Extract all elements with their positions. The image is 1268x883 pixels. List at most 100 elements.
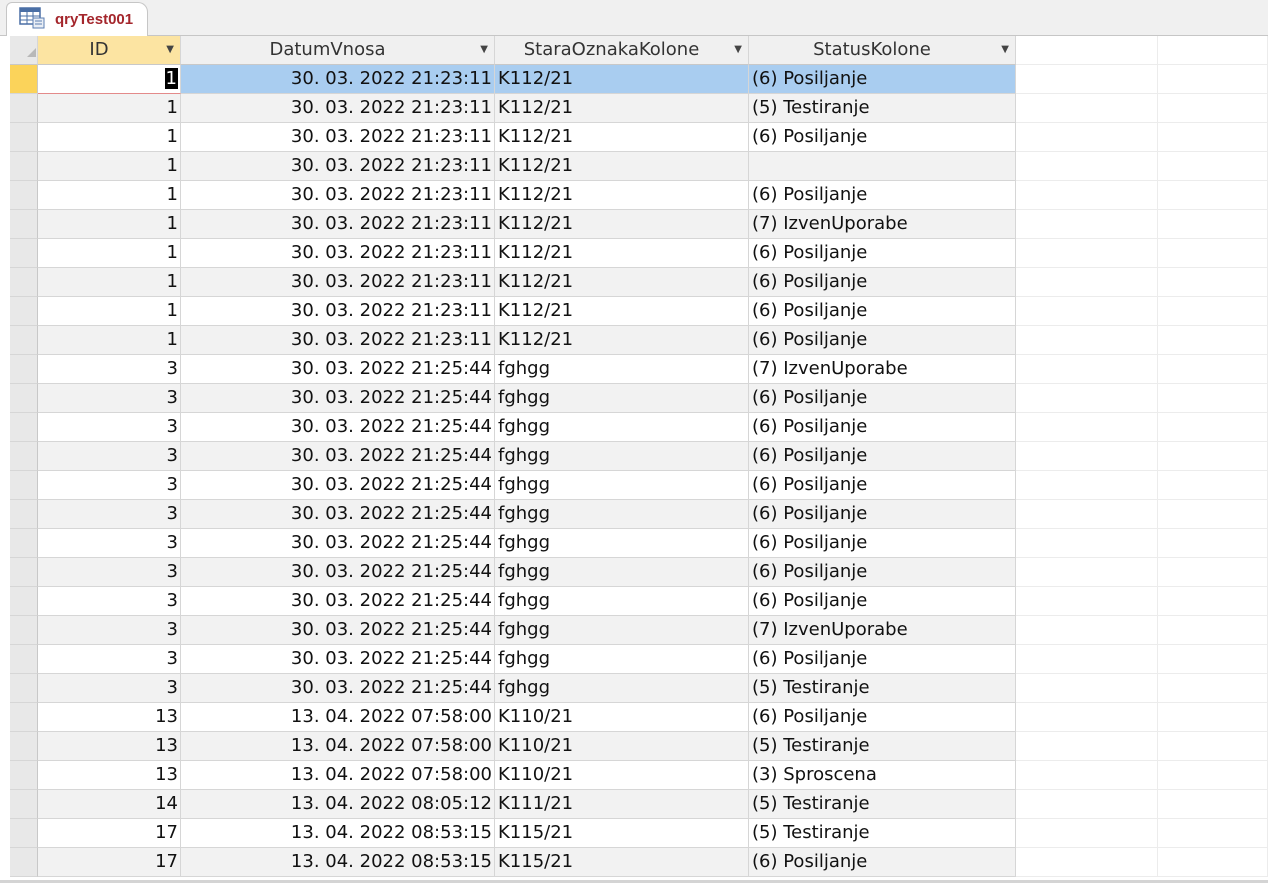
cell-datumvnosa[interactable]: 30. 03. 2022 21:23:11 xyxy=(181,65,495,94)
cell-staraoznakakolone[interactable]: K112/21 xyxy=(495,181,749,210)
cell-statuskolone[interactable]: (6) Posiljanje xyxy=(749,384,1016,413)
record-selector[interactable] xyxy=(10,65,38,94)
table-row[interactable]: 3 30. 03. 2022 21:25:44 fghgg (7) IzvenUpor… xyxy=(10,616,1268,645)
cell-staraoznakakolone[interactable]: fghgg xyxy=(495,355,749,384)
record-selector[interactable] xyxy=(10,181,38,210)
cell-datumvnosa[interactable]: 30. 03. 2022 21:25:44 xyxy=(181,529,495,558)
record-selector[interactable] xyxy=(10,558,38,587)
cell-datumvnosa[interactable]: 30. 03. 2022 21:25:44 xyxy=(181,645,495,674)
cell-id[interactable]: 3 xyxy=(38,355,181,384)
cell-statuskolone[interactable]: (6) Posiljanje xyxy=(749,471,1016,500)
cell-id[interactable]: 3 xyxy=(38,442,181,471)
table-row[interactable]: 3 30. 03. 2022 21:25:44 fghgg (6) Posiljanj… xyxy=(10,471,1268,500)
cell-datumvnosa[interactable]: 13. 04. 2022 08:05:12 xyxy=(181,790,495,819)
table-row[interactable]: 1 30. 03. 2022 21:23:11 K112/21 (5) Testira… xyxy=(10,94,1268,123)
cell-datumvnosa[interactable]: 30. 03. 2022 21:25:44 xyxy=(181,500,495,529)
cell-id[interactable]: 3 xyxy=(38,471,181,500)
cell-staraoznakakolone[interactable]: K110/21 xyxy=(495,703,749,732)
cell-statuskolone[interactable]: (6) Posiljanje xyxy=(749,587,1016,616)
record-selector[interactable] xyxy=(10,616,38,645)
record-selector[interactable] xyxy=(10,703,38,732)
cell-statuskolone[interactable]: (6) Posiljanje xyxy=(749,703,1016,732)
cell-id[interactable]: 1 xyxy=(38,297,181,326)
record-selector[interactable] xyxy=(10,297,38,326)
cell-statuskolone[interactable]: (3) Sproscena xyxy=(749,761,1016,790)
table-row[interactable]: 17 13. 04. 2022 08:53:15 K115/21 (5) Testir… xyxy=(10,819,1268,848)
cell-staraoznakakolone[interactable]: fghgg xyxy=(495,413,749,442)
cell-id[interactable]: 1 xyxy=(38,152,181,181)
table-row[interactable]: 1 30. 03. 2022 21:23:11 K112/21 xyxy=(10,152,1268,181)
filter-dropdown-icon[interactable]: ▼ xyxy=(734,44,742,55)
cell-datumvnosa[interactable]: 30. 03. 2022 21:25:44 xyxy=(181,442,495,471)
record-selector[interactable] xyxy=(10,587,38,616)
cell-datumvnosa[interactable]: 30. 03. 2022 21:23:11 xyxy=(181,239,495,268)
column-header-statuskolone[interactable]: StatusKolone ▼ xyxy=(749,36,1016,65)
cell-id[interactable]: 13 xyxy=(38,732,181,761)
cell-id[interactable]: 3 xyxy=(38,587,181,616)
filter-dropdown-icon[interactable]: ▼ xyxy=(1001,44,1009,55)
table-row[interactable]: 13 13. 04. 2022 07:58:00 K110/21 (6) Posilj… xyxy=(10,703,1268,732)
table-row[interactable]: 1 30. 03. 2022 21:23:11 K112/21 (6) Posilja… xyxy=(10,181,1268,210)
cell-id[interactable]: 1 xyxy=(38,268,181,297)
column-header-staraoznakakolone[interactable]: StaraOznakaKolone ▼ xyxy=(495,36,749,65)
table-row[interactable]: 1 30. 03. 2022 21:23:11 K112/21 (6) Posilja… xyxy=(10,326,1268,355)
cell-staraoznakakolone[interactable]: K112/21 xyxy=(495,268,749,297)
cell-staraoznakakolone[interactable]: fghgg xyxy=(495,645,749,674)
cell-staraoznakakolone[interactable]: fghgg xyxy=(495,558,749,587)
cell-id[interactable]: 3 xyxy=(38,384,181,413)
record-selector[interactable] xyxy=(10,413,38,442)
cell-datumvnosa[interactable]: 13. 04. 2022 07:58:00 xyxy=(181,703,495,732)
cell-staraoznakakolone[interactable]: fghgg xyxy=(495,674,749,703)
cell-statuskolone[interactable] xyxy=(749,152,1016,181)
record-selector[interactable] xyxy=(10,500,38,529)
cell-datumvnosa[interactable]: 13. 04. 2022 07:58:00 xyxy=(181,732,495,761)
cell-staraoznakakolone[interactable]: K115/21 xyxy=(495,848,749,877)
cell-statuskolone[interactable]: (5) Testiranje xyxy=(749,674,1016,703)
cell-statuskolone[interactable]: (7) IzvenUporabe xyxy=(749,210,1016,239)
cell-id[interactable]: 1 xyxy=(38,239,181,268)
cell-statuskolone[interactable]: (7) IzvenUporabe xyxy=(749,616,1016,645)
cell-staraoznakakolone[interactable]: K112/21 xyxy=(495,65,749,94)
record-selector[interactable] xyxy=(10,819,38,848)
cell-id[interactable]: 3 xyxy=(38,500,181,529)
record-selector[interactable] xyxy=(10,848,38,877)
table-row[interactable]: 1 30. 03. 2022 21:23:11 K112/21 (6) Posilja… xyxy=(10,297,1268,326)
cell-staraoznakakolone[interactable]: K112/21 xyxy=(495,123,749,152)
cell-statuskolone[interactable]: (6) Posiljanje xyxy=(749,239,1016,268)
cell-id[interactable]: 14 xyxy=(38,790,181,819)
cell-staraoznakakolone[interactable]: K111/21 xyxy=(495,790,749,819)
cell-datumvnosa[interactable]: 30. 03. 2022 21:25:44 xyxy=(181,355,495,384)
table-row[interactable]: 1 30. 03. 2022 21:23:11 K112/21 (6) Posilja… xyxy=(10,239,1268,268)
cell-id[interactable]: 17 xyxy=(38,819,181,848)
table-row[interactable]: 1 30. 03. 2022 21:23:11 K112/21 (6) Posilja… xyxy=(10,65,1268,94)
table-row[interactable]: 13 13. 04. 2022 07:58:00 K110/21 (5) Testir… xyxy=(10,732,1268,761)
table-row[interactable]: 1 30. 03. 2022 21:23:11 K112/21 (6) Posilja… xyxy=(10,268,1268,297)
table-row[interactable]: 3 30. 03. 2022 21:25:44 fghgg (6) Posiljanj… xyxy=(10,587,1268,616)
cell-datumvnosa[interactable]: 30. 03. 2022 21:23:11 xyxy=(181,94,495,123)
cell-statuskolone[interactable]: (5) Testiranje xyxy=(749,790,1016,819)
cell-staraoznakakolone[interactable]: fghgg xyxy=(495,616,749,645)
cell-datumvnosa[interactable]: 30. 03. 2022 21:25:44 xyxy=(181,384,495,413)
cell-id[interactable]: 3 xyxy=(38,616,181,645)
table-row[interactable]: 14 13. 04. 2022 08:05:12 K111/21 (5) Testir… xyxy=(10,790,1268,819)
table-row[interactable]: 3 30. 03. 2022 21:25:44 fghgg (6) Posiljanj… xyxy=(10,413,1268,442)
table-row[interactable]: 3 30. 03. 2022 21:25:44 fghgg (6) Posiljanj… xyxy=(10,384,1268,413)
cell-id[interactable]: 17 xyxy=(38,848,181,877)
cell-staraoznakakolone[interactable]: fghgg xyxy=(495,442,749,471)
record-selector[interactable] xyxy=(10,152,38,181)
table-row[interactable]: 3 30. 03. 2022 21:25:44 fghgg (6) Posiljanj… xyxy=(10,645,1268,674)
cell-datumvnosa[interactable]: 30. 03. 2022 21:25:44 xyxy=(181,413,495,442)
cell-statuskolone[interactable]: (6) Posiljanje xyxy=(749,558,1016,587)
record-selector[interactable] xyxy=(10,529,38,558)
table-row[interactable]: 1 30. 03. 2022 21:23:11 K112/21 (6) Posilja… xyxy=(10,123,1268,152)
cell-datumvnosa[interactable]: 30. 03. 2022 21:25:44 xyxy=(181,471,495,500)
cell-id[interactable]: 1 xyxy=(38,326,181,355)
table-row[interactable]: 3 30. 03. 2022 21:25:44 fghgg (6) Posiljanj… xyxy=(10,529,1268,558)
cell-statuskolone[interactable]: (6) Posiljanje xyxy=(749,65,1016,94)
cell-statuskolone[interactable]: (6) Posiljanje xyxy=(749,529,1016,558)
cell-datumvnosa[interactable]: 30. 03. 2022 21:23:11 xyxy=(181,268,495,297)
record-selector[interactable] xyxy=(10,732,38,761)
record-selector[interactable] xyxy=(10,442,38,471)
cell-statuskolone[interactable]: (6) Posiljanje xyxy=(749,123,1016,152)
cell-statuskolone[interactable]: (5) Testiranje xyxy=(749,819,1016,848)
